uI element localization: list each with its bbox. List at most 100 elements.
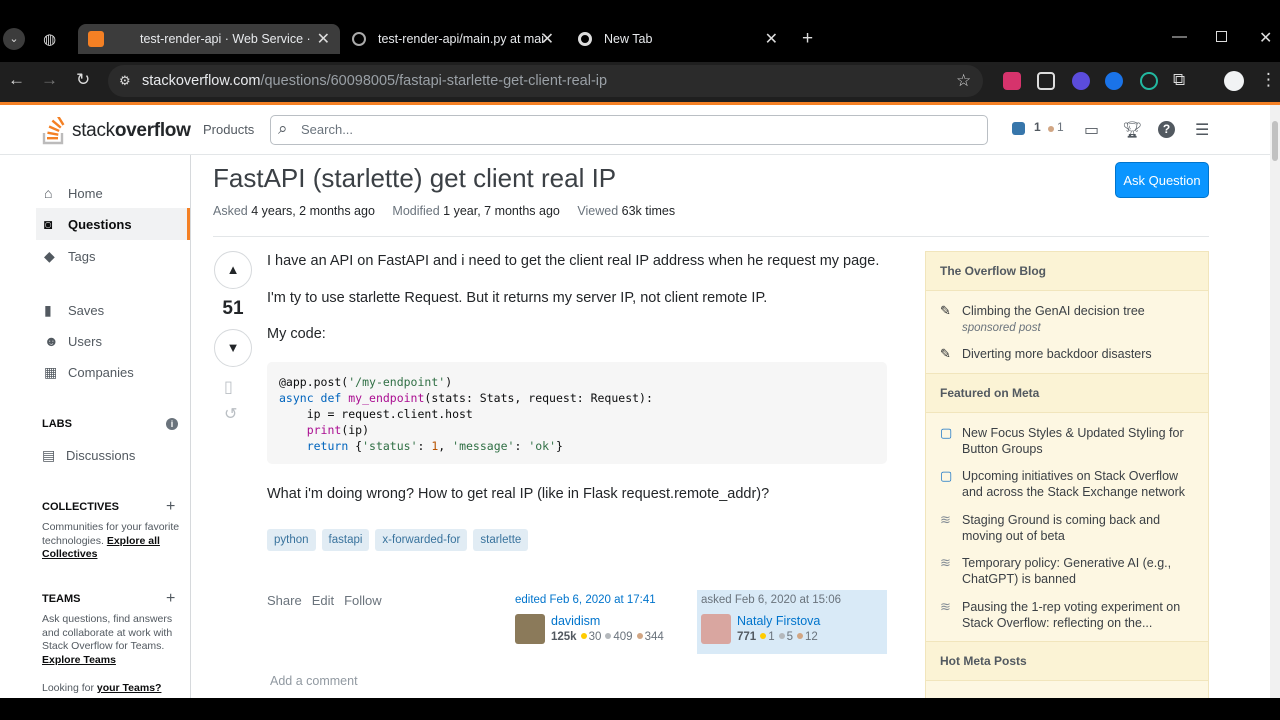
close-tab-icon[interactable]: ✕: [541, 29, 554, 49]
nav-tags[interactable]: ◆ Tags: [36, 240, 190, 272]
user-avatar-icon[interactable]: [1012, 122, 1025, 135]
inbox-icon[interactable]: ▭: [1084, 120, 1099, 140]
tag-starlette[interactable]: starlette: [473, 529, 529, 551]
nav-questions[interactable]: ◙ Questions: [36, 208, 190, 240]
minimize-icon[interactable]: —: [1172, 28, 1187, 45]
question-title[interactable]: FastAPI (starlette) get client real IP: [213, 163, 616, 194]
products-link[interactable]: Products: [203, 122, 254, 137]
asked-value: 4 years, 2 months ago: [251, 204, 375, 218]
extension-teal-icon[interactable]: [1140, 72, 1158, 90]
tab-render-web-service[interactable]: test-render-api · Web Service · ✕: [78, 24, 340, 54]
editor-reputation: 125k 30 409 344: [551, 631, 664, 643]
nav-label: Home: [68, 185, 103, 201]
teams-description: Ask questions, find answers and collabor…: [42, 613, 173, 666]
url-host: stackoverflow.com: [142, 73, 261, 89]
tag-x-forwarded-for[interactable]: x-forwarded-for: [375, 529, 468, 551]
modified-value[interactable]: 1 year, 7 months ago: [443, 204, 560, 218]
title-divider: [213, 236, 1209, 237]
nav-label: Saves: [68, 302, 105, 318]
editor-name[interactable]: davidism: [551, 614, 600, 628]
nav-companies[interactable]: ▦ Companies: [36, 356, 190, 388]
question-paragraph-3: My code:: [267, 326, 326, 342]
tab-title: test-render-api/main.py at mai: [378, 32, 545, 46]
your-teams-link[interactable]: your Teams?: [97, 682, 162, 694]
url-path: /questions/60098005/fastapi-starlette-ge…: [260, 73, 608, 89]
owner-name[interactable]: Nataly Firstova: [737, 614, 820, 628]
question-meta: Asked 4 years, 2 months ago Modified 1 y…: [213, 204, 676, 218]
meta-item[interactable]: ▢ Upcoming initiatives on Stack Overflow…: [940, 468, 1195, 500]
page-scrollbar[interactable]: [1270, 105, 1280, 698]
explore-teams-link[interactable]: Explore Teams: [42, 654, 116, 666]
sponsored-label: sponsored post: [962, 322, 1041, 334]
nav-users[interactable]: ☻ Users: [36, 325, 190, 357]
nav-saves[interactable]: ▮ Saves: [36, 294, 190, 326]
teams-plus-icon[interactable]: +: [166, 590, 175, 608]
meta-item[interactable]: ▢ New Focus Styles & Updated Styling for…: [940, 425, 1195, 457]
meta-item[interactable]: ≋ Pausing the 1-rep voting experiment on…: [940, 599, 1195, 631]
search-box[interactable]: ⌕: [270, 115, 988, 145]
scrollbar-thumb[interactable]: [1272, 121, 1278, 161]
bookmark-icon[interactable]: ▯: [224, 377, 233, 397]
extension-purple-icon[interactable]: [1072, 72, 1090, 90]
companies-icon: ▦: [44, 363, 58, 380]
bottom-black-bar: [0, 698, 1280, 720]
globe-icon[interactable]: ◍: [43, 30, 56, 48]
tab-github-main-py[interactable]: test-render-api/main.py at mai ✕: [352, 24, 558, 54]
nav-home[interactable]: ⌂ Home: [36, 177, 190, 209]
edited-timestamp-link[interactable]: edited Feb 6, 2020 at 17:41: [515, 594, 656, 606]
blog-item[interactable]: ✎ Diverting more backdoor disasters: [940, 346, 1195, 362]
blog-item[interactable]: ✎ Climbing the GenAI decision tree sponso…: [940, 303, 1195, 336]
follow-link[interactable]: Follow: [344, 593, 382, 608]
site-switcher-icon[interactable]: ☰: [1195, 120, 1209, 140]
nav-label: Discussions: [66, 447, 136, 463]
ask-question-button[interactable]: Ask Question: [1115, 162, 1209, 198]
meta-item[interactable]: ≋ Staging Ground is coming back and movi…: [940, 512, 1195, 544]
extension-mic-icon[interactable]: [1003, 72, 1021, 90]
extension-qr-icon[interactable]: [1037, 72, 1055, 90]
vote-score: 51: [222, 298, 244, 319]
nav-discussions[interactable]: ▤ Discussions: [34, 439, 188, 471]
editor-avatar[interactable]: [515, 614, 545, 644]
upvote-button[interactable]: ▲: [214, 251, 252, 289]
tab-search-icon[interactable]: ⌄: [3, 28, 25, 50]
address-bar[interactable]: ⚙ stackoverflow.com/questions/60098005/f…: [108, 65, 983, 97]
search-input[interactable]: [301, 122, 951, 137]
collectives-description: Communities for your favorite technologi…: [42, 521, 180, 560]
new-tab-plus-icon[interactable]: +: [802, 28, 813, 50]
site-info-icon[interactable]: ⚙: [119, 65, 131, 97]
home-icon: ⌂: [44, 185, 53, 201]
questions-icon: ◙: [44, 216, 53, 232]
close-window-icon[interactable]: ✕: [1259, 28, 1272, 48]
stackoverflow-logo[interactable]: stackoverflow: [42, 115, 191, 147]
share-link[interactable]: Share: [267, 593, 302, 608]
close-tab-icon[interactable]: ✕: [317, 29, 330, 49]
tag-fastapi[interactable]: fastapi: [321, 529, 370, 551]
downvote-button[interactable]: ▼: [214, 329, 252, 367]
forward-arrow-icon[interactable]: →: [41, 70, 58, 90]
render-favicon: [88, 31, 104, 47]
labs-heading: LABS: [42, 418, 72, 430]
close-tab-icon[interactable]: ✕: [765, 29, 778, 49]
stackoverflow-page: stackoverflow Products ⌕ 1 1 ▭ 🏆︎ ? ☰ ⌂ H…: [0, 105, 1280, 698]
reputation-count[interactable]: 1: [1034, 120, 1041, 134]
achievements-trophy-icon[interactable]: 🏆︎: [1122, 120, 1142, 140]
reload-icon[interactable]: ↻: [76, 70, 90, 90]
extension-blue-icon[interactable]: [1105, 72, 1123, 90]
meta-item[interactable]: ≋ Temporary policy: Generative AI (e.g.,…: [940, 555, 1195, 587]
browser-menu-icon[interactable]: ⋮: [1260, 70, 1277, 90]
add-comment-link[interactable]: Add a comment: [270, 674, 358, 688]
owner-avatar[interactable]: [701, 614, 731, 644]
restore-icon[interactable]: [1216, 31, 1227, 42]
extensions-puzzle-icon[interactable]: ⧉: [1173, 70, 1185, 90]
edit-link[interactable]: Edit: [312, 593, 334, 608]
tab-new-tab[interactable]: New Tab ✕: [578, 24, 780, 54]
tag-python[interactable]: python: [267, 529, 316, 551]
collectives-plus-icon[interactable]: +: [166, 498, 175, 516]
info-icon[interactable]: i: [166, 418, 178, 430]
bronze-badge-count: 1: [1057, 120, 1064, 134]
back-arrow-icon[interactable]: ←: [8, 70, 25, 90]
profile-avatar-icon[interactable]: [1224, 71, 1244, 91]
bookmark-star-icon[interactable]: ☆: [956, 65, 971, 97]
history-icon[interactable]: ↺: [224, 404, 237, 424]
help-icon[interactable]: ?: [1158, 121, 1175, 138]
